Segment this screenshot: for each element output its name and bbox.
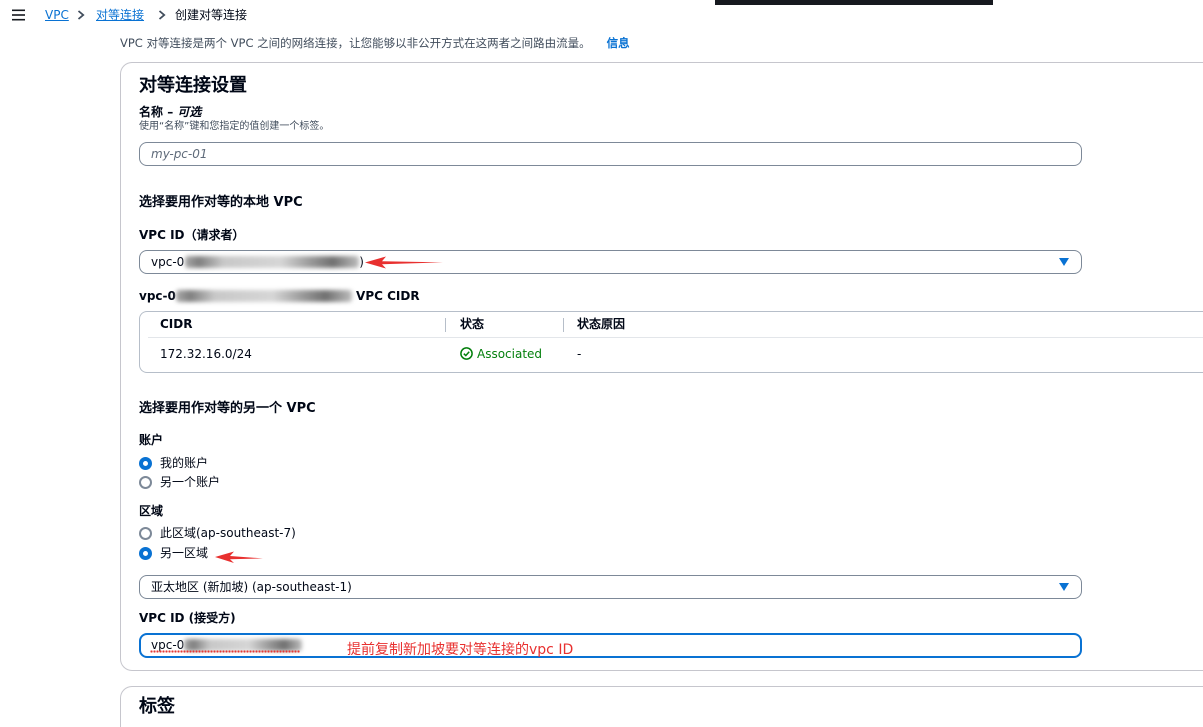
cell-cidr: 172.32.16.0/24 bbox=[160, 347, 252, 361]
radio-this-region[interactable]: 此区域(ap-southeast-7) bbox=[139, 526, 379, 542]
peering-settings-panel: 对等连接设置 名称 – 可选 使用“名称”键和您指定的值创建一个标签。 选择要用… bbox=[120, 62, 1203, 671]
requester-vpc-select[interactable]: vpc-0) bbox=[139, 250, 1082, 274]
radio-label: 此区域(ap-southeast-7) bbox=[160, 526, 296, 540]
label-separator: – bbox=[167, 105, 174, 119]
column-divider bbox=[563, 318, 564, 332]
status-text: Associated bbox=[477, 347, 543, 361]
region-select-value: 亚太地区 (新加坡) (ap-southeast-1) bbox=[151, 580, 352, 594]
cidr-heading-prefix: vpc-0 bbox=[139, 289, 176, 303]
radio-label: 另一个账户 bbox=[160, 475, 221, 489]
table-header-row: CIDR 状态 状态原因 bbox=[140, 312, 1203, 338]
accepter-vpc-id-label: VPC ID (接受方) bbox=[139, 611, 236, 625]
top-overlay-bar bbox=[715, 0, 993, 5]
menu-icon[interactable] bbox=[12, 9, 25, 21]
page-description: VPC 对等连接是两个 VPC 之间的网络连接，让您能够以非公开方式在这两者之间… bbox=[120, 35, 630, 51]
chevron-right-icon bbox=[77, 10, 85, 20]
name-field-label: 名称 – 可选 bbox=[139, 105, 201, 120]
panel-title: 对等连接设置 bbox=[139, 75, 247, 96]
redacted-region bbox=[175, 290, 352, 302]
cidr-table: CIDR 状态 状态原因 172.32.16.0/24 Associated - bbox=[139, 311, 1203, 373]
caret-down-icon bbox=[1059, 258, 1069, 266]
redacted-region bbox=[185, 256, 360, 268]
cidr-heading: vpc-0 VPC CIDR bbox=[139, 289, 420, 304]
radio-button[interactable] bbox=[139, 547, 152, 560]
radio-button[interactable] bbox=[139, 476, 152, 489]
name-field-description: 使用“名称”键和您指定的值创建一个标签。 bbox=[139, 121, 330, 132]
column-header-status: 状态 bbox=[460, 317, 485, 331]
column-divider bbox=[445, 318, 446, 332]
status-success-icon bbox=[460, 347, 473, 360]
vpc-id-prefix: vpc-0 bbox=[151, 255, 185, 269]
requester-vpc-value: vpc-0) bbox=[151, 251, 364, 273]
annotation-note: 提前复制新加坡要对等连接的vpc ID bbox=[347, 642, 574, 658]
name-input[interactable] bbox=[139, 142, 1082, 166]
region-select[interactable]: 亚太地区 (新加坡) (ap-southeast-1) bbox=[139, 575, 1082, 599]
name-label-text: 名称 bbox=[139, 105, 164, 119]
radio-another-region[interactable]: 另一区域 bbox=[139, 546, 379, 562]
cidr-heading-suffix: VPC CIDR bbox=[356, 289, 420, 303]
breadcrumb-current: 创建对等连接 bbox=[175, 8, 248, 22]
peer-vpc-heading: 选择要用作对等的另一个 VPC bbox=[139, 401, 316, 416]
account-label: 账户 bbox=[139, 433, 164, 447]
tags-title: 标签 bbox=[139, 696, 175, 717]
vpc-id-suffix: ) bbox=[359, 255, 364, 269]
table-row: 172.32.16.0/24 Associated - bbox=[140, 338, 1203, 372]
requester-vpc-id-label: VPC ID（请求者） bbox=[139, 228, 245, 242]
breadcrumb-link-vpc[interactable]: VPC bbox=[45, 7, 69, 23]
info-link[interactable]: 信息 bbox=[607, 36, 630, 50]
region-label: 区域 bbox=[139, 504, 164, 518]
local-vpc-heading: 选择要用作对等的本地 VPC bbox=[139, 195, 303, 210]
column-header-status-reason: 状态原因 bbox=[577, 317, 626, 331]
breadcrumb-link-peering[interactable]: 对等连接 bbox=[96, 7, 144, 23]
radio-label: 另一区域 bbox=[160, 546, 209, 560]
optional-tag: 可选 bbox=[177, 105, 202, 119]
spellcheck-underline bbox=[150, 650, 300, 653]
cell-status: Associated bbox=[460, 347, 542, 362]
caret-down-icon bbox=[1059, 583, 1069, 591]
radio-button[interactable] bbox=[139, 527, 152, 540]
chevron-right-icon bbox=[158, 10, 166, 20]
radio-button[interactable] bbox=[139, 457, 152, 470]
radio-another-account[interactable]: 另一个账户 bbox=[139, 475, 379, 491]
radio-my-account[interactable]: 我的账户 bbox=[139, 456, 379, 472]
column-header-cidr: CIDR bbox=[160, 317, 193, 331]
radio-label: 我的账户 bbox=[160, 456, 209, 470]
description-text: VPC 对等连接是两个 VPC 之间的网络连接，让您能够以非公开方式在这两者之间… bbox=[120, 36, 591, 50]
tags-panel: 标签 bbox=[120, 686, 1203, 727]
accepter-vpc-id-input[interactable]: vpc-0 bbox=[139, 633, 1082, 658]
cell-status-reason: - bbox=[577, 347, 582, 361]
